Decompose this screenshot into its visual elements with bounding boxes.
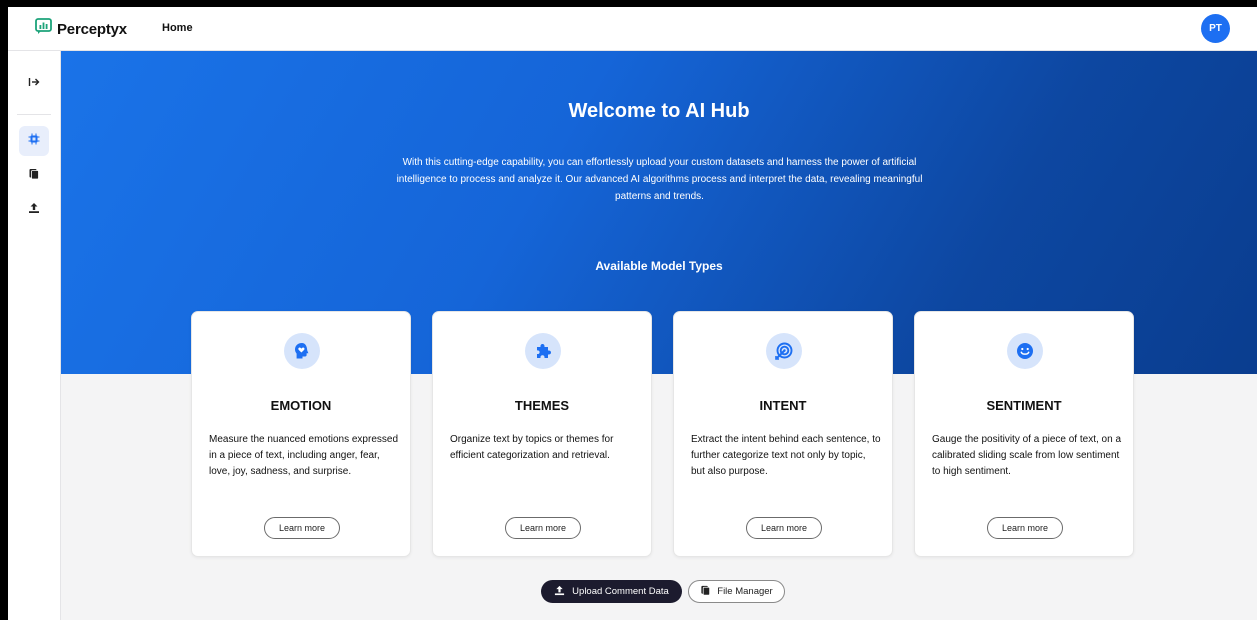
brand-logo[interactable]: Perceptyx <box>35 18 127 40</box>
sidebar-item-files[interactable] <box>19 161 49 191</box>
file-manager-label: File Manager <box>717 586 773 597</box>
puzzle-icon <box>525 333 561 369</box>
expand-arrow-icon <box>28 75 40 93</box>
page-title: Welcome to AI Hub <box>568 100 750 122</box>
chip-icon <box>28 132 40 150</box>
upload-icon <box>554 585 565 599</box>
files-icon <box>700 585 711 599</box>
smiley-icon <box>1007 333 1043 369</box>
sidebar-item-ai-hub[interactable] <box>19 126 49 156</box>
files-icon <box>28 167 40 185</box>
learn-more-emotion-button[interactable]: Learn more <box>264 517 340 539</box>
learn-more-intent-button[interactable]: Learn more <box>746 517 822 539</box>
target-icon <box>766 333 802 369</box>
model-card-intent: INTENT Extract the intent behind each se… <box>673 311 893 557</box>
card-title: THEMES <box>514 398 570 413</box>
upload-comment-data-button[interactable]: Upload Comment Data <box>541 580 682 603</box>
sidebar <box>8 51 61 620</box>
learn-more-sentiment-button[interactable]: Learn more <box>987 517 1063 539</box>
top-bar: Perceptyx Home PT <box>8 7 1257 51</box>
sidebar-expand-button[interactable] <box>19 69 49 99</box>
upload-icon <box>28 201 40 219</box>
card-description: Measure the nuanced emotions expressed i… <box>209 434 399 477</box>
card-description: Gauge the positivity of a piece of text,… <box>932 434 1122 477</box>
user-avatar[interactable]: PT <box>1201 14 1230 43</box>
brand-name: Perceptyx <box>57 20 127 38</box>
app-frame: Perceptyx Home PT Welcome to AI Hub With… <box>8 7 1257 620</box>
hero-description: With this cutting-edge capability, you c… <box>396 157 923 202</box>
card-description: Extract the intent behind each sentence,… <box>691 434 881 477</box>
model-card-sentiment: SENTIMENT Gauge the positivity of a piec… <box>914 311 1134 557</box>
upload-button-label: Upload Comment Data <box>572 586 669 597</box>
card-title: INTENT <box>759 398 807 413</box>
card-title: SENTIMENT <box>986 398 1062 413</box>
file-manager-button[interactable]: File Manager <box>688 580 785 603</box>
head-heart-icon <box>284 333 320 369</box>
sidebar-divider <box>17 114 51 115</box>
nav-home-link[interactable]: Home <box>162 22 193 34</box>
learn-more-themes-button[interactable]: Learn more <box>505 517 581 539</box>
perceptyx-logo-icon <box>35 18 52 40</box>
section-heading: Available Model Types <box>595 259 723 273</box>
card-description: Organize text by topics or themes for ef… <box>450 434 614 461</box>
sidebar-item-upload[interactable] <box>19 195 49 225</box>
model-card-emotion: EMOTION Measure the nuanced emotions exp… <box>191 311 411 557</box>
card-title: EMOTION <box>270 398 332 413</box>
model-card-themes: THEMES Organize text by topics or themes… <box>432 311 652 557</box>
